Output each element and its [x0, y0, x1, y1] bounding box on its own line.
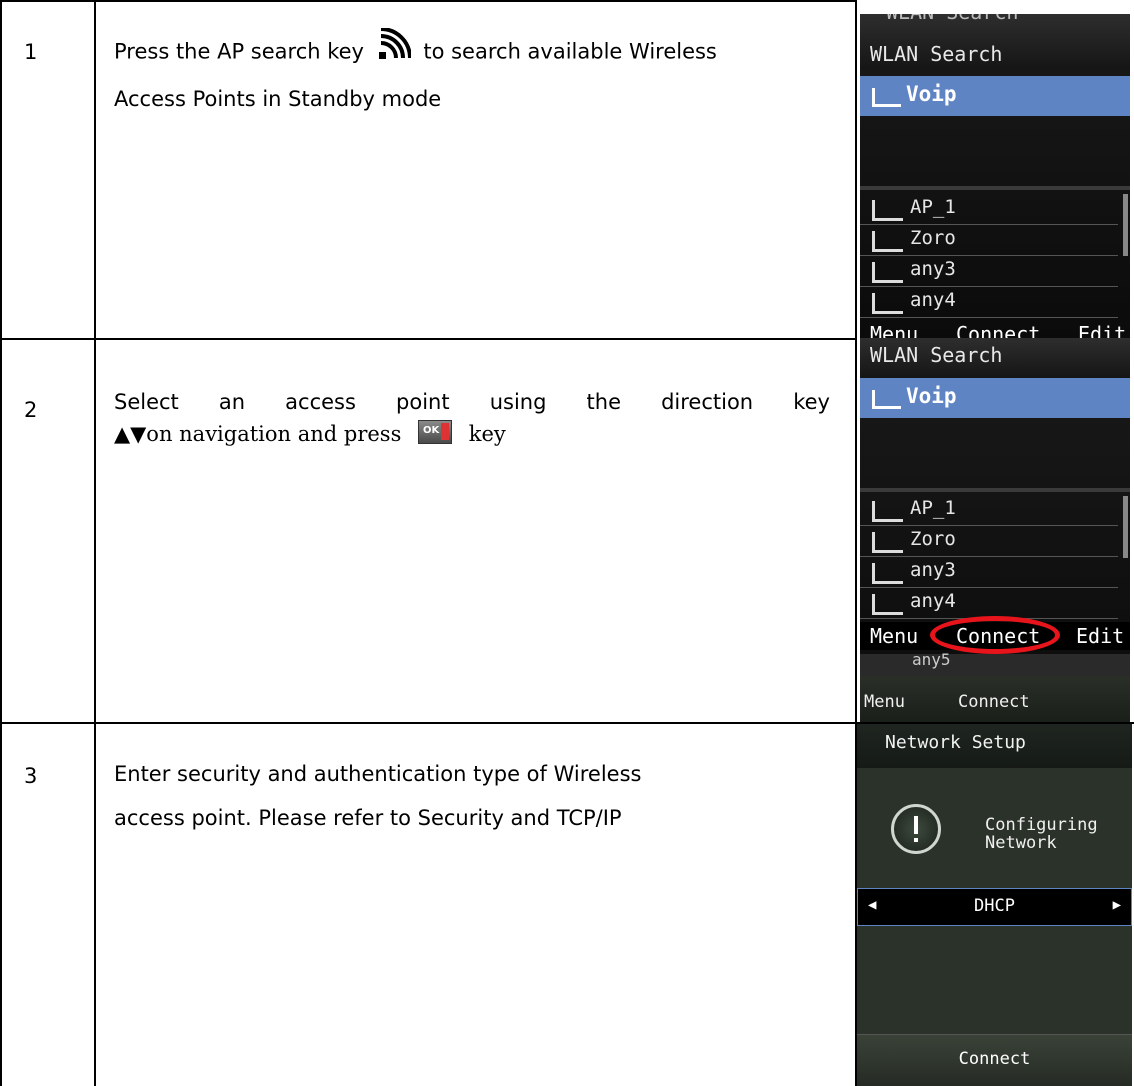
softkey-edit[interactable]: Edit — [1076, 624, 1124, 648]
wlan-search-screen-1: WLAN Search WLAN Search Voip AP_1 Zoro a… — [860, 14, 1130, 338]
wifi-signal-icon — [872, 231, 903, 252]
ghost-softkey-bar: Menu Connect — [860, 676, 1130, 722]
softkey-menu: Menu — [864, 692, 905, 712]
softkey-connect: Connect — [958, 692, 1030, 712]
instruction-text: key — [468, 422, 506, 446]
message-line: Configuring — [985, 815, 1098, 835]
instruction-text: Select an access point using the directi… — [114, 390, 830, 414]
scrollbar[interactable] — [1123, 194, 1128, 256]
list-item[interactable]: any4 — [860, 588, 1118, 619]
network-name: any5 — [912, 650, 951, 669]
softkey-connect[interactable]: Connect — [956, 322, 1040, 338]
list-item[interactable]: AP_1 — [860, 495, 1118, 526]
selected-network-name: Voip — [906, 384, 957, 408]
col-divider-1 — [94, 0, 96, 1086]
list-item[interactable]: any4 — [860, 287, 1118, 318]
table-border-top — [0, 0, 857, 2]
selector-value: DHCP — [974, 896, 1015, 916]
ip-mode-selector[interactable]: ◀ DHCP ▶ — [857, 888, 1132, 926]
wifi-signal-icon — [872, 563, 903, 584]
wifi-signal-icon — [872, 88, 901, 107]
wifi-signal-icon — [872, 390, 901, 409]
network-name: Zoro — [910, 528, 956, 550]
row-3-text: Enter security and authentication type o… — [114, 752, 641, 840]
instruction-text: Press the AP search key — [114, 39, 364, 64]
row-2-text: Select an access point using the directi… — [114, 386, 830, 450]
network-setup-screen: Network Setup Configuring Network ◀ DHCP… — [857, 724, 1132, 1086]
network-name: AP_1 — [910, 196, 956, 218]
list-item[interactable]: Zoro — [860, 526, 1118, 557]
softkey-connect[interactable]: Connect — [857, 1049, 1132, 1069]
wifi-signal-icon — [872, 200, 903, 221]
scrollbar[interactable] — [1123, 496, 1128, 558]
row-number: 2 — [24, 398, 38, 422]
instruction-text: Access Points in Standby mode — [114, 87, 442, 111]
network-name: any3 — [910, 258, 956, 280]
softkey-bar: Connect — [857, 1034, 1132, 1086]
ghost-title: WLAN Search — [886, 14, 1018, 24]
network-name: any4 — [910, 590, 956, 612]
instruction-text: to search available Wireless — [423, 39, 717, 64]
selected-network-name: Voip — [906, 82, 957, 106]
list-item[interactable]: AP_1 — [860, 194, 1118, 225]
list-item[interactable]: Zoro — [860, 225, 1118, 256]
softkey-menu[interactable]: Menu — [870, 624, 918, 648]
selected-network[interactable]: Voip — [860, 378, 1130, 418]
screen-title: Network Setup — [885, 732, 1026, 753]
network-name: any4 — [910, 289, 956, 311]
screen-title: WLAN Search — [870, 343, 1003, 367]
network-name: Zoro — [910, 227, 956, 249]
list-item[interactable]: any3 — [860, 256, 1118, 287]
ghost-list-item: any5 — [860, 650, 1130, 676]
message-line: Network — [985, 833, 1057, 853]
ok-key-label: OK — [423, 425, 440, 436]
wireless-signal-icon — [377, 27, 412, 77]
wlan-search-screen-2: WLAN Search Voip AP_1 Zoro any3 any4 Men… — [860, 338, 1130, 722]
direction-keys-text: ▲▼on navigation and press — [114, 422, 402, 446]
info-circle-icon — [891, 804, 941, 854]
softkey-edit[interactable]: Edit — [1078, 322, 1126, 338]
instruction-text: access point. Please refer to Security a… — [114, 806, 622, 830]
softkey-menu[interactable]: Menu — [870, 322, 918, 338]
ok-key-icon: OK — [418, 420, 453, 444]
row-number: 1 — [24, 40, 38, 64]
table-border-left — [0, 0, 2, 1086]
row-1-text: Press the AP search key to search availa… — [114, 27, 717, 121]
connect-highlight-ellipse — [930, 616, 1060, 654]
wifi-signal-icon — [872, 501, 903, 522]
arrow-right-icon[interactable]: ▶ — [1113, 897, 1121, 913]
instruction-text: Enter security and authentication type o… — [114, 762, 642, 786]
status-message: Configuring Network — [985, 816, 1098, 852]
softkey-bar: Menu Connect Edit — [860, 322, 1130, 338]
row-number: 3 — [24, 764, 38, 788]
list-item[interactable]: any3 — [860, 557, 1118, 588]
wifi-signal-icon — [872, 293, 903, 314]
wifi-signal-icon — [872, 532, 903, 553]
instruction-text-line2: ▲▼on navigation and press OK key — [114, 418, 830, 450]
wifi-signal-icon — [872, 594, 903, 615]
screen-title: WLAN Search — [870, 42, 1003, 66]
network-name: AP_1 — [910, 497, 956, 519]
network-name: any3 — [910, 559, 956, 581]
row-divider-1 — [0, 338, 857, 340]
wifi-signal-icon — [872, 262, 903, 283]
selected-network[interactable]: Voip — [860, 76, 1130, 116]
